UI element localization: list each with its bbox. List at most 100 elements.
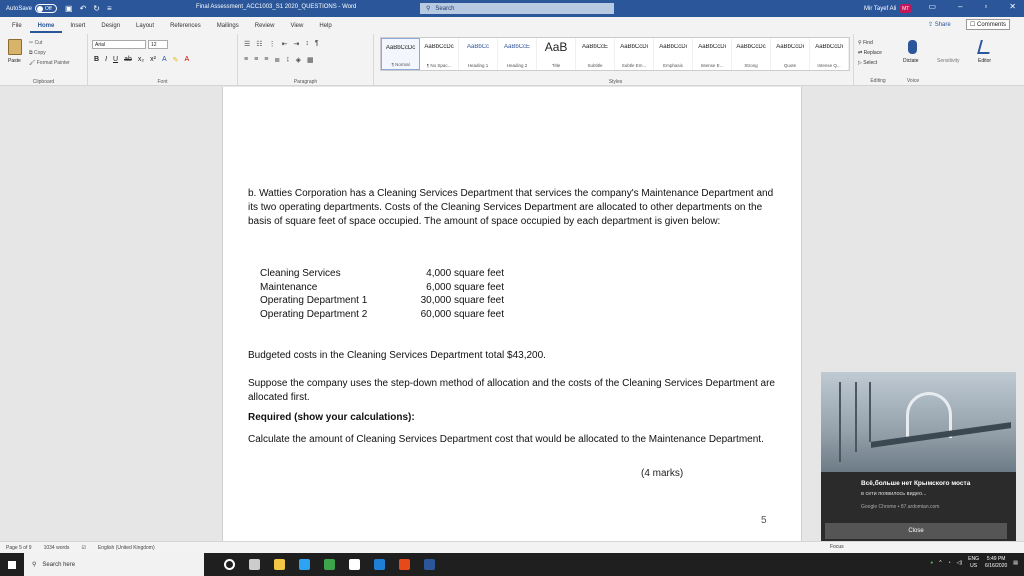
- customize-icon[interactable]: ≡: [107, 4, 112, 13]
- paste-icon[interactable]: [8, 39, 22, 55]
- copy-button[interactable]: ⧉ Copy: [29, 48, 70, 58]
- chrome-tray-icon[interactable]: ●: [930, 560, 933, 566]
- office-icon[interactable]: [399, 559, 410, 570]
- network-icon[interactable]: ◔: [948, 560, 951, 566]
- chrome-icon[interactable]: [324, 559, 335, 570]
- budget-text: Budgeted costs in the Cleaning Services …: [248, 350, 546, 361]
- align-left-icon[interactable]: ≡: [244, 56, 248, 64]
- edge-icon[interactable]: [374, 559, 385, 570]
- numbering-icon[interactable]: ☷: [256, 40, 262, 48]
- autosave-toggle[interactable]: Off: [35, 4, 58, 13]
- redo-icon[interactable]: ↻: [93, 4, 100, 13]
- shading-icon[interactable]: ◈: [296, 56, 301, 64]
- subscript-icon[interactable]: x₂: [138, 56, 144, 64]
- tab-mailings[interactable]: Mailings: [209, 19, 247, 33]
- editor-icon[interactable]: [977, 40, 993, 54]
- find-button[interactable]: ⚲ Find: [858, 38, 882, 48]
- align-center-icon[interactable]: ≡: [254, 56, 258, 64]
- editing-label: Editing: [870, 78, 886, 84]
- toggle-dot-icon: [37, 5, 44, 12]
- restore-icon[interactable]: ▫: [984, 2, 987, 11]
- tab-review[interactable]: Review: [247, 19, 283, 33]
- clock[interactable]: 5:49 PM 6/16/2020: [985, 556, 1007, 570]
- undo-icon[interactable]: ↶: [80, 4, 87, 13]
- user-account[interactable]: Mir Tayef Ali MT: [864, 4, 912, 13]
- increase-indent-icon[interactable]: ⇥: [293, 40, 299, 48]
- title-search-box[interactable]: ⚲ Search: [420, 3, 614, 14]
- tab-file[interactable]: File: [4, 19, 30, 33]
- language-indicator[interactable]: ENG US: [968, 556, 979, 570]
- tab-design[interactable]: Design: [93, 19, 128, 33]
- dictate-button[interactable]: Dictate: [903, 58, 919, 64]
- justify-icon[interactable]: ≣: [274, 56, 280, 64]
- microphone-icon[interactable]: [908, 40, 917, 54]
- tab-insert[interactable]: Insert: [62, 19, 93, 33]
- save-icon[interactable]: ▣: [65, 4, 73, 13]
- toast-notification[interactable]: Всё,больше нет Крымского моста в сети по…: [821, 372, 1016, 548]
- close-icon[interactable]: ✕: [1009, 2, 1016, 11]
- format-painter-button[interactable]: 🖌 Format Painter: [29, 58, 70, 68]
- line-spacing-icon[interactable]: ↨: [286, 56, 290, 64]
- notifications-icon[interactable]: ▤: [1013, 560, 1018, 566]
- proofing-icon[interactable]: ☑: [81, 545, 85, 551]
- bullets-icon[interactable]: ☰: [244, 40, 250, 48]
- store-icon[interactable]: [299, 559, 310, 570]
- bold-icon[interactable]: B: [94, 56, 99, 64]
- focus-button[interactable]: Focus: [830, 544, 844, 550]
- ribbon-display-icon[interactable]: ▭: [928, 2, 936, 11]
- task-view-icon[interactable]: [249, 559, 260, 570]
- minimize-icon[interactable]: –: [958, 2, 962, 11]
- taskbar: ⚲ Search here ● ^ ◔ ◁) ENG US 5:49 PM 6/16…: [0, 553, 1024, 576]
- page-count[interactable]: Page 5 of 9: [6, 545, 32, 551]
- editor-button[interactable]: Editor: [978, 58, 991, 64]
- replace-button[interactable]: ⇄ Replace: [858, 48, 882, 58]
- comments-button[interactable]: ☐ Comments: [966, 19, 1011, 30]
- sensitivity-button[interactable]: Sensitivity: [937, 58, 960, 64]
- volume-icon[interactable]: ◁): [957, 560, 963, 566]
- file-explorer-icon[interactable]: [274, 559, 285, 570]
- tab-view[interactable]: View: [282, 19, 311, 33]
- start-button[interactable]: [0, 553, 24, 576]
- share-button[interactable]: ⇪ Share: [928, 21, 951, 28]
- decrease-indent-icon[interactable]: ⇤: [282, 40, 288, 48]
- multilevel-icon[interactable]: ⋮: [269, 40, 276, 48]
- language[interactable]: English (United Kingdom): [98, 545, 155, 551]
- font-name-select[interactable]: Arial: [92, 40, 146, 49]
- cut-button[interactable]: ✂ Cut: [29, 38, 70, 48]
- system-tray: ● ^ ◔ ◁) ENG US 5:49 PM 6/16/2020 ▤: [930, 556, 1018, 570]
- tab-references[interactable]: References: [162, 19, 209, 33]
- font-color-icon[interactable]: A: [184, 56, 189, 64]
- font-size-select[interactable]: 12: [148, 40, 168, 49]
- superscript-icon[interactable]: x²: [150, 56, 156, 64]
- text-effects-icon[interactable]: A: [162, 56, 167, 64]
- tab-home[interactable]: Home: [29, 19, 63, 33]
- pilcrow-icon[interactable]: ¶: [315, 40, 319, 48]
- tab-layout[interactable]: Layout: [128, 19, 162, 33]
- word-icon[interactable]: [424, 559, 435, 570]
- title-bar: AutoSave Off ▣ ↶ ↻ ≡ Final Assessment_AC…: [0, 0, 1024, 17]
- department-name: Maintenance: [260, 281, 318, 293]
- align-right-icon[interactable]: ≡: [264, 56, 268, 64]
- dropbox-icon[interactable]: [349, 559, 360, 570]
- document-page[interactable]: b. Watties Corporation has a Cleaning Se…: [222, 87, 802, 541]
- autosave-label: AutoSave: [6, 5, 33, 12]
- document-title: Final Assessment_ACC1003_S1 2020_QUESTIO…: [196, 4, 357, 10]
- word-count[interactable]: 1034 words: [44, 545, 70, 551]
- underline-icon[interactable]: U: [113, 56, 118, 64]
- italic-icon[interactable]: I: [105, 56, 107, 64]
- status-bar: Page 5 of 9 1034 words ☑ English (United…: [0, 541, 1024, 553]
- select-button[interactable]: ▷ Select: [858, 58, 882, 68]
- table-row: Operating Department 1 30,000 square feet: [260, 294, 504, 308]
- cortana-icon[interactable]: [224, 559, 235, 570]
- close-button[interactable]: Close: [825, 523, 1007, 539]
- department-area: 60,000 square feet: [420, 308, 504, 320]
- paste-button[interactable]: Paste: [8, 58, 21, 64]
- sort-icon[interactable]: ↕: [305, 40, 309, 48]
- highlight-icon[interactable]: ✎: [173, 56, 179, 64]
- taskbar-search[interactable]: ⚲ Search here: [24, 553, 204, 576]
- chevron-up-icon[interactable]: ^: [939, 560, 941, 566]
- tab-help[interactable]: Help: [311, 19, 339, 33]
- borders-icon[interactable]: ▦: [307, 56, 314, 64]
- notification-source: Google Chrome • 87.ardomian.com: [861, 504, 940, 510]
- strikethrough-icon[interactable]: ab: [124, 56, 132, 64]
